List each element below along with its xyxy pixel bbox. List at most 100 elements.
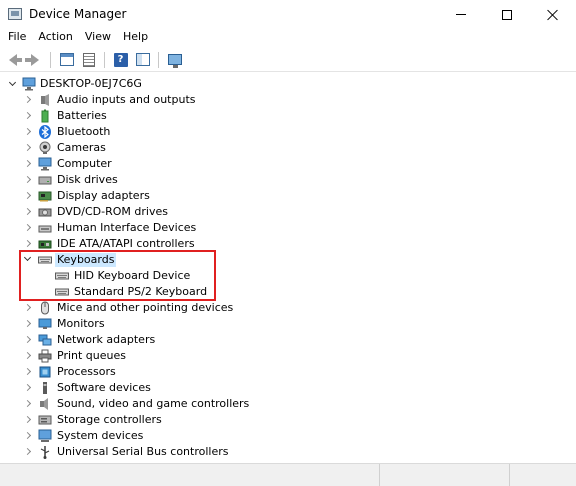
back-arrow-icon bbox=[8, 53, 22, 66]
expand-chevron-icon[interactable] bbox=[24, 112, 32, 120]
tree-item-label: Disk drives bbox=[57, 173, 118, 186]
expand-chevron-icon[interactable] bbox=[24, 144, 32, 152]
sound-controller-icon bbox=[40, 398, 48, 410]
tree-item-mice[interactable]: Mice and other pointing devices bbox=[0, 300, 576, 316]
tree-item-label: Mice and other pointing devices bbox=[57, 301, 234, 314]
toolbar: ? bbox=[0, 48, 576, 72]
minimize-icon bbox=[456, 14, 466, 15]
tree-item-computer[interactable]: Computer bbox=[0, 156, 576, 172]
tree-item-label: System devices bbox=[57, 429, 144, 442]
tree-item-print-queues[interactable]: Print queues bbox=[0, 348, 576, 364]
expand-chevron-icon[interactable] bbox=[24, 384, 32, 392]
expand-chevron-icon[interactable] bbox=[24, 240, 32, 248]
menu-bar: File Action View Help bbox=[0, 29, 576, 47]
computer-icon bbox=[22, 77, 36, 91]
toolbar-separator bbox=[104, 51, 105, 68]
tree-root-label: DESKTOP-0EJ7C6G bbox=[40, 77, 142, 90]
tree-item-disk-drives[interactable]: Disk drives bbox=[0, 172, 576, 188]
tree-item-label: IDE ATA/ATAPI controllers bbox=[57, 237, 195, 250]
expand-chevron-icon[interactable] bbox=[24, 368, 32, 376]
expand-chevron-icon[interactable] bbox=[24, 352, 32, 360]
scan-hardware-button[interactable] bbox=[165, 50, 184, 69]
software-device-icon bbox=[43, 382, 47, 394]
tree-item-label: Storage controllers bbox=[57, 413, 162, 426]
tree-item-hid[interactable]: Human Interface Devices bbox=[0, 220, 576, 236]
status-cell bbox=[380, 464, 510, 486]
tree-item-dvd-drives[interactable]: DVD/CD-ROM drives bbox=[0, 204, 576, 220]
tree-item-batteries[interactable]: Batteries bbox=[0, 108, 576, 124]
expand-chevron-icon[interactable] bbox=[24, 448, 32, 456]
expand-chevron-icon[interactable] bbox=[24, 192, 32, 200]
hid-icon bbox=[38, 225, 52, 233]
expand-chevron-icon[interactable] bbox=[24, 304, 32, 312]
printer-icon bbox=[38, 349, 52, 363]
tree-item-display-adapters[interactable]: Display adapters bbox=[0, 188, 576, 204]
tree-item-label: Network adapters bbox=[57, 333, 156, 346]
expand-chevron-icon[interactable] bbox=[24, 224, 32, 232]
tree-item-label: Batteries bbox=[57, 109, 107, 122]
menu-view[interactable]: View bbox=[77, 29, 111, 47]
processor-icon bbox=[39, 366, 51, 378]
tree-item-cameras[interactable]: Cameras bbox=[0, 140, 576, 156]
network-adapter-icon bbox=[38, 334, 52, 346]
tree-item-processors[interactable]: Processors bbox=[0, 364, 576, 380]
tree-item-monitors[interactable]: Monitors bbox=[0, 316, 576, 332]
tree-item-label: Processors bbox=[57, 365, 116, 378]
tree-item-audio[interactable]: Audio inputs and outputs bbox=[0, 92, 576, 108]
tree-item-label: Bluetooth bbox=[57, 125, 111, 138]
usb-icon bbox=[40, 446, 50, 459]
ide-controller-icon bbox=[38, 240, 52, 249]
storage-controller-icon bbox=[38, 415, 52, 425]
expand-chevron-icon[interactable] bbox=[24, 208, 32, 216]
highlight-annotation-box bbox=[19, 250, 216, 301]
expand-chevron-icon[interactable] bbox=[24, 400, 32, 408]
tree-root-row[interactable]: DESKTOP-0EJ7C6G bbox=[0, 76, 576, 92]
menu-help[interactable]: Help bbox=[115, 29, 148, 47]
expand-chevron-icon[interactable] bbox=[24, 160, 32, 168]
properties-button[interactable] bbox=[57, 50, 76, 69]
close-icon bbox=[547, 9, 559, 21]
mouse-icon bbox=[41, 301, 49, 315]
system-device-icon bbox=[38, 429, 52, 442]
expand-chevron-icon[interactable] bbox=[24, 96, 32, 104]
status-bar bbox=[0, 463, 576, 486]
list-view-button[interactable] bbox=[79, 50, 98, 69]
expand-chevron-icon[interactable] bbox=[24, 128, 32, 136]
tree-item-bluetooth[interactable]: Bluetooth bbox=[0, 124, 576, 140]
list-view-icon bbox=[82, 52, 95, 67]
tree-item-label: Audio inputs and outputs bbox=[57, 93, 196, 106]
panel-view-icon bbox=[135, 53, 150, 66]
expand-chevron-icon[interactable] bbox=[24, 336, 32, 344]
tree-item-label: Universal Serial Bus controllers bbox=[57, 445, 229, 458]
close-button[interactable] bbox=[530, 0, 576, 29]
expand-chevron-icon[interactable] bbox=[24, 432, 32, 440]
monitor-icon bbox=[167, 54, 182, 68]
forward-button[interactable] bbox=[24, 50, 44, 69]
dvd-drive-icon bbox=[38, 208, 52, 217]
back-button[interactable] bbox=[3, 50, 22, 69]
tree-item-label: Software devices bbox=[57, 381, 151, 394]
status-cell bbox=[0, 464, 380, 486]
window-title: Device Manager bbox=[29, 7, 127, 21]
battery-icon bbox=[41, 109, 49, 123]
collapse-chevron-icon[interactable] bbox=[9, 80, 17, 88]
expand-chevron-icon[interactable] bbox=[24, 416, 32, 424]
expand-chevron-icon[interactable] bbox=[24, 320, 32, 328]
camera-icon bbox=[39, 141, 51, 154]
expand-chevron-icon[interactable] bbox=[24, 176, 32, 184]
menu-action[interactable]: Action bbox=[30, 29, 72, 47]
panel-view-button[interactable] bbox=[133, 50, 152, 69]
tree-item-software-devices[interactable]: Software devices bbox=[0, 380, 576, 396]
tree-item-usb[interactable]: Universal Serial Bus controllers bbox=[0, 444, 576, 460]
tree-item-sound-controllers[interactable]: Sound, video and game controllers bbox=[0, 396, 576, 412]
tree-item-label: Monitors bbox=[57, 317, 105, 330]
tree-item-label: Computer bbox=[57, 157, 112, 170]
tree-item-network-adapters[interactable]: Network adapters bbox=[0, 332, 576, 348]
maximize-button[interactable] bbox=[484, 0, 530, 29]
minimize-button[interactable] bbox=[438, 0, 484, 29]
tree-item-system-devices[interactable]: System devices bbox=[0, 428, 576, 444]
help-button[interactable]: ? bbox=[111, 50, 130, 69]
device-manager-icon bbox=[8, 8, 22, 20]
tree-item-storage-controllers[interactable]: Storage controllers bbox=[0, 412, 576, 428]
menu-file[interactable]: File bbox=[0, 29, 26, 47]
